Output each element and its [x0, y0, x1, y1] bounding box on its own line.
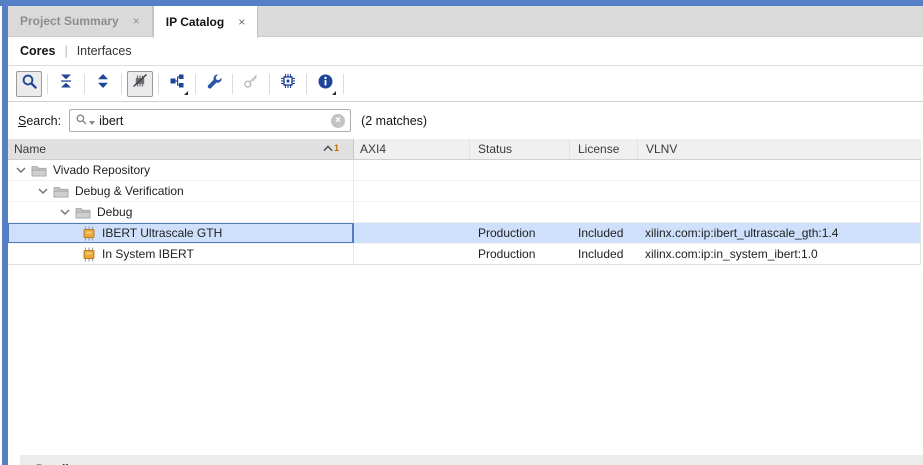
details-title: Details — [20, 455, 923, 465]
license-value: Included — [570, 244, 638, 264]
ip-chip-icon — [280, 73, 296, 94]
hide-incompatible-button[interactable] — [127, 71, 153, 97]
vlnv-value: xilinx.com:ip:in_system_ibert:1.0 — [638, 244, 920, 264]
chevron-down-icon[interactable] — [16, 166, 26, 174]
tab-project-summary[interactable]: Project Summary × — [8, 6, 153, 36]
table-row-selected[interactable]: IBERT Ultrascale GTH Production Included… — [8, 223, 920, 244]
subtab-divider: | — [64, 44, 67, 58]
ip-core-icon — [82, 226, 96, 241]
tree-item-label: Debug — [97, 205, 132, 219]
toolbar — [8, 66, 923, 102]
table-row[interactable]: Debug & Verification — [8, 181, 920, 202]
ip-core-icon — [82, 247, 96, 262]
toolbar-separator — [306, 74, 307, 94]
search-box[interactable]: × — [69, 109, 351, 132]
settings-wrench-icon — [206, 73, 222, 94]
table-row[interactable]: Debug — [8, 202, 920, 223]
license-value: Included — [570, 223, 638, 243]
search-field-icon[interactable] — [75, 113, 88, 129]
collapse-all-button[interactable] — [53, 71, 79, 97]
settings-button[interactable] — [201, 71, 227, 97]
search-label: Search: — [18, 114, 61, 128]
table-rows: Vivado Repository Debug & Verificati — [8, 160, 921, 265]
toolbar-separator — [269, 74, 270, 94]
close-icon[interactable]: × — [238, 16, 245, 28]
group-by-icon — [169, 73, 185, 94]
search-icon — [21, 73, 38, 95]
tree-item-label: Vivado Repository — [53, 163, 150, 177]
chevron-down-icon[interactable] — [60, 208, 70, 216]
expand-all-icon — [95, 73, 111, 94]
column-header-axi4[interactable]: AXI4 — [354, 139, 470, 159]
tab-ip-catalog[interactable]: IP Catalog × — [153, 6, 258, 38]
info-button[interactable] — [312, 71, 338, 97]
toolbar-separator — [232, 74, 233, 94]
table-row[interactable]: In System IBERT Production Included xili… — [8, 244, 920, 265]
tab-interfaces[interactable]: Interfaces — [77, 44, 132, 58]
dropdown-caret-icon — [184, 91, 188, 95]
dropdown-caret-icon — [332, 91, 336, 95]
chevron-down-icon[interactable] — [38, 187, 48, 195]
license-button[interactable] — [238, 71, 264, 97]
hide-incompatible-icon — [132, 73, 148, 94]
toolbar-separator — [195, 74, 196, 94]
info-icon — [317, 73, 334, 95]
group-by-button[interactable] — [164, 71, 190, 97]
folder-icon — [75, 206, 91, 219]
column-header-vlnv[interactable]: VLNV — [638, 139, 921, 159]
collapse-all-icon — [58, 73, 74, 94]
status-value: Production — [470, 223, 570, 243]
table-header: Name 1 AXI4 Status License VLNV — [8, 139, 921, 160]
close-icon[interactable]: × — [133, 15, 140, 27]
column-header-license[interactable]: License — [570, 139, 638, 159]
tree-item-label: IBERT Ultrascale GTH — [102, 226, 222, 240]
column-header-status[interactable]: Status — [470, 139, 570, 159]
tree-item-label: In System IBERT — [102, 247, 194, 261]
panel-content: Project Summary × IP Catalog × Cores | I… — [8, 6, 923, 465]
tab-strip: Project Summary × IP Catalog × — [8, 6, 923, 37]
toolbar-separator — [158, 74, 159, 94]
tab-label: Project Summary — [20, 14, 119, 28]
match-count: (2 matches) — [361, 114, 427, 128]
column-header-name[interactable]: Name 1 — [8, 139, 354, 159]
ip-table: Name 1 AXI4 Status License VLNV — [8, 139, 921, 265]
search-toggle-button[interactable] — [16, 71, 42, 97]
folder-icon — [31, 164, 47, 177]
folder-icon — [53, 185, 69, 198]
ip-catalog-panel: Project Summary × IP Catalog × Cores | I… — [0, 0, 923, 465]
view-switcher: Cores | Interfaces — [8, 37, 923, 66]
license-key-icon — [243, 73, 259, 94]
vlnv-value: xilinx.com:ip:ibert_ultrascale_gth:1.4 — [638, 223, 920, 243]
sort-indicator: 1 — [323, 145, 339, 153]
tab-cores[interactable]: Cores — [20, 44, 55, 58]
ip-status-button[interactable] — [275, 71, 301, 97]
toolbar-separator — [343, 74, 344, 94]
clear-search-icon[interactable]: × — [331, 114, 345, 128]
search-row: Search: × (2 matches) — [8, 102, 923, 139]
details-pane-header[interactable]: Details — [20, 455, 923, 465]
expand-all-button[interactable] — [90, 71, 116, 97]
status-value: Production — [470, 244, 570, 264]
search-options-caret-icon[interactable] — [89, 121, 95, 125]
toolbar-separator — [121, 74, 122, 94]
tree-item-label: Debug & Verification — [75, 184, 184, 198]
toolbar-separator — [47, 74, 48, 94]
toolbar-separator — [84, 74, 85, 94]
table-row[interactable]: Vivado Repository — [8, 160, 920, 181]
search-input[interactable] — [99, 114, 331, 128]
tab-label: IP Catalog — [166, 15, 224, 29]
